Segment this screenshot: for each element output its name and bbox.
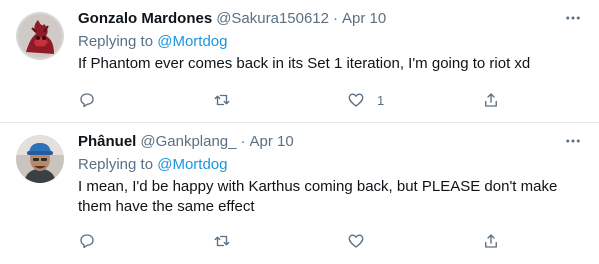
avatar[interactable] [16,135,64,183]
tweet-1[interactable]: Gonzalo Mardones @Sakura150612 · Apr 10 … [0,0,599,123]
replying-to-line: Replying to @Mortdog [78,33,583,53]
tweet-2[interactable]: Phânuel @Gankplang_ · Apr 10 Replying to… [0,123,599,249]
more-horizontal-icon [566,16,580,20]
tweet-date[interactable]: Apr 10 [342,10,386,27]
replying-to-mention[interactable]: @Mortdog [157,33,227,50]
person-blue-cap-avatar-icon [16,135,64,183]
retweet-icon [214,94,230,106]
like-button[interactable] [347,229,377,253]
display-name[interactable]: Gonzalo Mardones [78,10,212,27]
share-icon [485,93,497,107]
like-button[interactable]: 1 [347,88,384,112]
more-options-button[interactable] [563,131,583,151]
tweet-header: Gonzalo Mardones @Sakura150612 · Apr 10 [78,10,583,30]
reply-button[interactable] [78,88,96,112]
separator-dot: · [333,10,338,27]
more-options-button[interactable] [563,8,583,28]
user-handle[interactable]: @Gankplang_ [140,133,236,150]
more-horizontal-icon [566,139,580,143]
retweet-button[interactable] [213,229,231,253]
separator-dot: · [240,133,246,150]
share-button[interactable] [482,88,500,112]
tweet-text: I mean, I'd be happy with Karthus coming… [78,178,558,215]
avatar[interactable] [16,12,64,60]
replying-to-label: Replying to [78,33,154,50]
reply-icon [80,234,94,249]
replying-to-label: Replying to [78,156,154,173]
share-icon [485,234,497,248]
user-handle[interactable]: @Sakura150612 [216,10,329,27]
reply-icon [80,93,94,108]
retweet-button[interactable] [213,88,231,112]
share-button[interactable] [482,229,500,253]
tweet-date[interactable]: Apr 10 [249,133,293,150]
heart-icon [348,234,364,248]
heart-icon [348,93,364,107]
red-character-avatar-icon [16,12,64,60]
tweet-actions: 1 [78,88,518,112]
like-count: 1 [377,92,385,108]
tweet-header: Phânuel @Gankplang_ · Apr 10 [78,133,583,153]
tweet-actions [78,229,518,253]
retweet-icon [214,235,230,247]
replying-to-mention[interactable]: @Mortdog [157,156,227,173]
tweet-text: If Phantom ever comes back in its Set 1 … [78,55,531,72]
display-name[interactable]: Phânuel [78,133,136,150]
reply-button[interactable] [78,229,96,253]
replying-to-line: Replying to @Mortdog [78,156,583,176]
